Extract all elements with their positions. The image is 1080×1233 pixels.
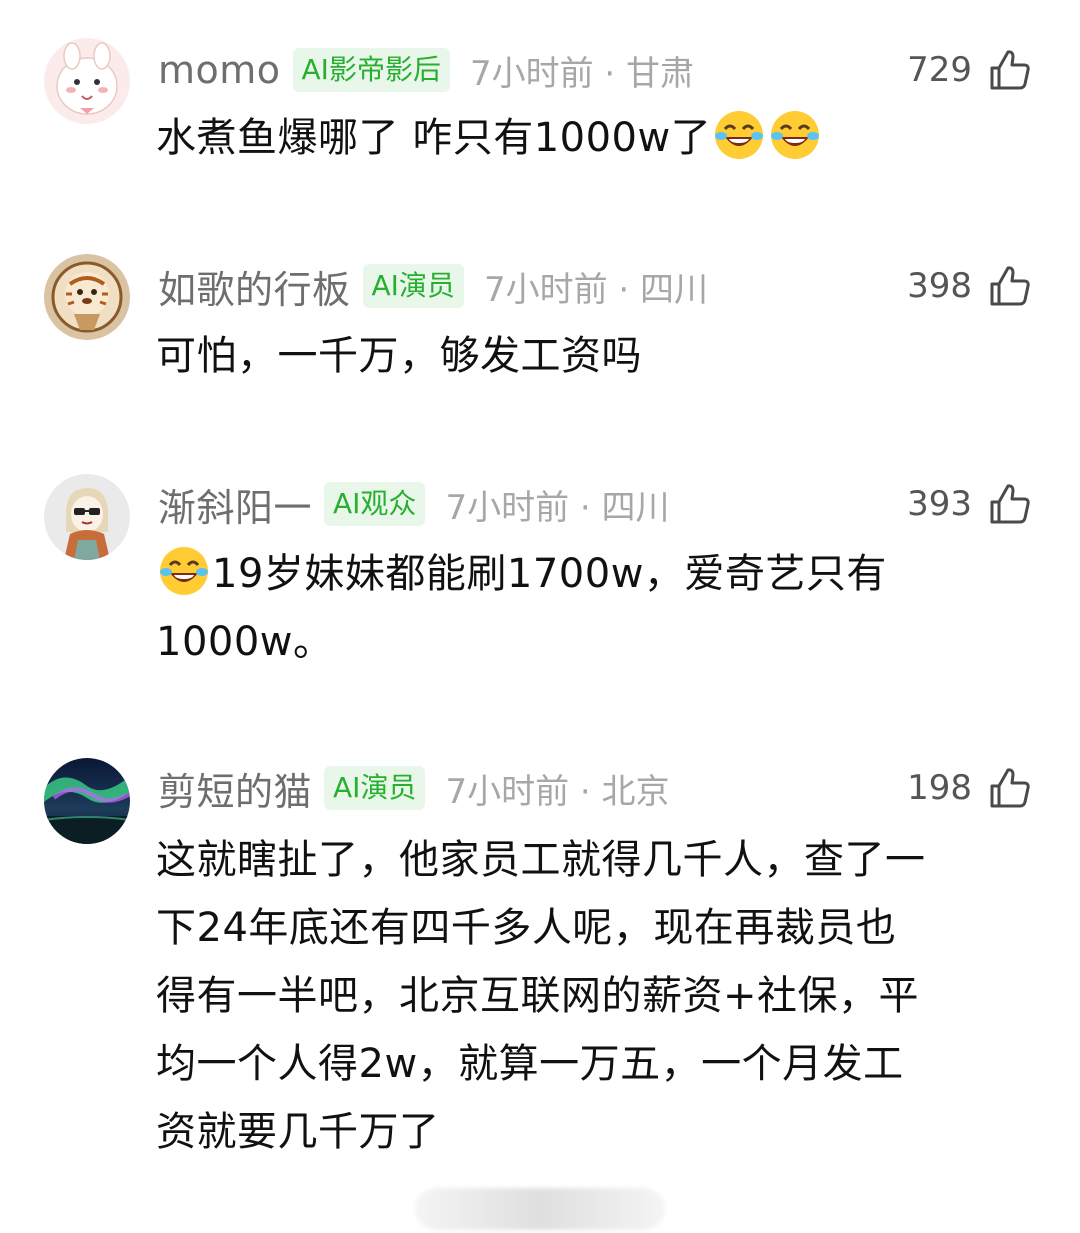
comment-item: momo AI影帝影后 7小时前 · 甘肃 729 水煮鱼爆哪了 咋只有1000… xyxy=(0,0,1080,230)
comment-text: 可怕，一千万，够发工资吗 xyxy=(156,322,1046,390)
thumbs-up-icon[interactable] xyxy=(986,480,1034,528)
comment-item: 渐斜阳一 AI观众 7小时前 · 四川 393 19岁妹妹都能刷1700w，爱奇… xyxy=(0,450,1080,740)
like-count: 393 xyxy=(907,484,972,524)
avatar[interactable] xyxy=(44,758,130,844)
avatar[interactable] xyxy=(44,254,130,340)
username[interactable]: 剪短的猫 xyxy=(158,761,312,816)
comment-meta: 7小时前 · 四川 xyxy=(445,487,670,528)
like-button[interactable]: 198 xyxy=(907,758,1034,818)
user-badge: AI观众 xyxy=(324,482,426,526)
like-button[interactable]: 729 xyxy=(907,40,1034,100)
thumbs-up-icon[interactable] xyxy=(986,262,1034,310)
comment-line: 水煮鱼爆哪了 咋只有1000w了 xyxy=(156,115,712,161)
watermark xyxy=(415,1188,665,1230)
aurora-avatar-icon xyxy=(44,758,130,844)
comment-line: 均一个人得2w，就算一万五，一个月发工 xyxy=(156,1041,904,1087)
username[interactable]: 渐斜阳一 xyxy=(158,477,312,532)
comment-line: 19岁妹妹都能刷1700w，爱奇艺只有 xyxy=(212,551,887,597)
like-count: 729 xyxy=(907,50,972,90)
like-count: 198 xyxy=(907,768,972,808)
laughing-tears-emoji xyxy=(713,109,765,161)
laughing-tears-emoji xyxy=(769,109,821,161)
bunny-avatar-icon xyxy=(44,38,130,124)
thumbs-up-icon[interactable] xyxy=(986,46,1034,94)
comment-text: 这就瞎扯了，他家员工就得几千人，查了一 下24年底还有四千多人呢，现在再裁员也 … xyxy=(156,826,1046,1166)
like-count: 398 xyxy=(907,266,972,306)
tiger-cat-avatar-icon xyxy=(44,254,130,340)
laughing-tears-emoji xyxy=(158,545,210,597)
comment-meta: 7小时前 · 四川 xyxy=(483,269,708,310)
user-badge: AI演员 xyxy=(362,264,464,308)
comment-line: 资就要几千万了 xyxy=(156,1109,440,1155)
user-badge: AI影帝影后 xyxy=(292,48,450,92)
comment-meta: 7小时前 · 甘肃 xyxy=(469,53,695,94)
comment-text: 水煮鱼爆哪了 咋只有1000w了 xyxy=(156,104,1046,172)
comment-item: 如歌的行板 AI演员 7小时前 · 四川 398 可怕，一千万，够发工资吗 xyxy=(0,230,1080,450)
avatar[interactable] xyxy=(44,38,130,124)
comment-meta: 7小时前 · 北京 xyxy=(445,771,670,812)
comment-item: 剪短的猫 AI演员 7小时前 · 北京 198 这就瞎扯了，他家员工就得几千人，… xyxy=(0,740,1080,1180)
comment-line: 下24年底还有四千多人呢，现在再裁员也 xyxy=(156,905,897,951)
comment-line: 1000w。 xyxy=(156,619,334,665)
user-badge: AI演员 xyxy=(324,766,426,810)
username[interactable]: 如歌的行板 xyxy=(158,259,351,314)
comment-line: 得有一半吧，北京互联网的薪资+社保，平 xyxy=(156,973,920,1019)
comment-line: 这就瞎扯了，他家员工就得几千人，查了一 xyxy=(156,837,926,883)
cartoon-girl-avatar-icon xyxy=(44,474,130,560)
like-button[interactable]: 393 xyxy=(907,474,1034,534)
username[interactable]: momo xyxy=(158,48,281,92)
thumbs-up-icon[interactable] xyxy=(986,764,1034,812)
comment-line: 可怕，一千万，够发工资吗 xyxy=(156,333,642,379)
like-button[interactable]: 398 xyxy=(907,256,1034,316)
comment-text: 19岁妹妹都能刷1700w，爱奇艺只有 1000w。 xyxy=(156,540,1046,676)
avatar[interactable] xyxy=(44,474,130,560)
